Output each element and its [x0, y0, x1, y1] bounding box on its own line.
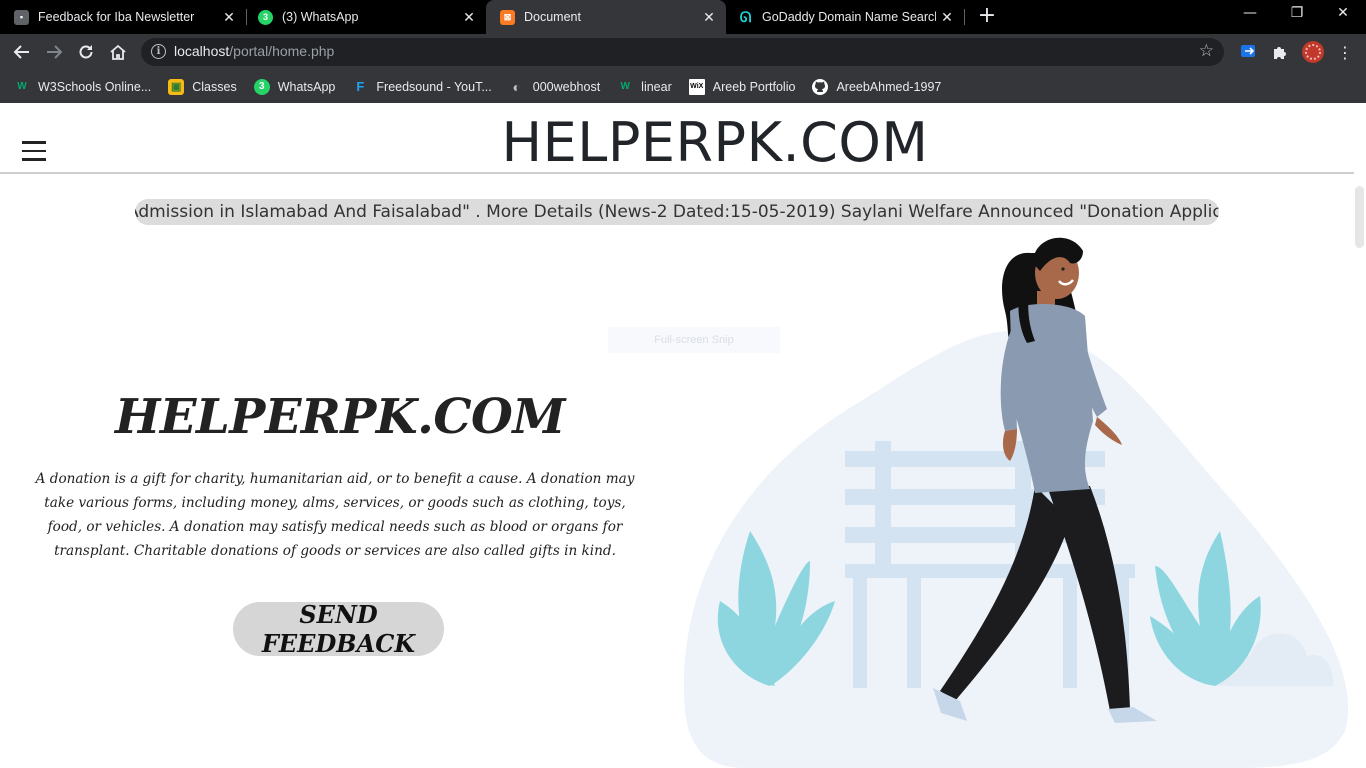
url-text: localhost/portal/home.php	[174, 43, 335, 59]
home-button[interactable]	[106, 40, 130, 64]
whatsapp-icon: 3	[258, 9, 273, 25]
github-icon	[812, 78, 829, 95]
bookmark-000webhost[interactable]: ◐ 000webhost	[509, 78, 601, 95]
tab-feedback-newsletter[interactable]: ▪ Feedback for Iba Newsletter ✕	[0, 0, 246, 34]
bookmark-label: Freedsound - YouT...	[376, 79, 492, 94]
extension-icon[interactable]	[1239, 42, 1259, 62]
browser-toolbar: i localhost/portal/home.php ☆ ⋮	[0, 34, 1366, 70]
reload-button[interactable]	[74, 40, 98, 64]
bookmark-whatsapp[interactable]: 3 WhatsApp	[253, 78, 336, 95]
forward-arrow-icon	[47, 45, 63, 59]
site-info-icon[interactable]: i	[151, 44, 166, 59]
godaddy-icon: ᘏ	[739, 8, 752, 25]
header-divider	[0, 172, 1354, 174]
site-title: HELPERPK.COM	[501, 111, 929, 174]
globe-icon: ◐	[512, 78, 521, 95]
new-tab-button[interactable]: +	[976, 5, 998, 28]
tab-title: (3) WhatsApp	[282, 10, 359, 24]
minimize-button[interactable]: —	[1240, 5, 1260, 21]
tab-godaddy[interactable]: ᘏ GoDaddy Domain Name Search ✕	[724, 0, 964, 34]
bookmark-label: linear	[641, 79, 672, 94]
menu-kebab-icon[interactable]: ⋮	[1335, 42, 1355, 62]
hero-title: HELPERPK.COM	[115, 389, 565, 445]
woman-walking-illustration	[683, 237, 1349, 768]
tab-title: Feedback for Iba Newsletter	[38, 10, 195, 24]
bookmark-classes[interactable]: ▣ Classes	[168, 78, 237, 95]
tab-title: GoDaddy Domain Name Search	[762, 10, 936, 24]
hero-description: A donation is a gift for charity, humani…	[35, 471, 635, 559]
freedsound-icon: F	[356, 79, 365, 94]
bookmark-label: W3Schools Online...	[38, 79, 152, 94]
page-scrollbar[interactable]	[1355, 186, 1364, 248]
tab-document[interactable]: ⊠ Document ✕	[486, 0, 726, 34]
bookmark-github[interactable]: AreebAhmed-1997	[812, 78, 942, 95]
news-ticker: Admission in Islamabad And Faisalabad" .…	[135, 199, 1219, 225]
close-window-button[interactable]: ✕	[1333, 5, 1353, 21]
bookmark-w3schools[interactable]: W W3Schools Online...	[14, 79, 151, 95]
whatsapp-icon: 3	[253, 78, 270, 95]
document-icon: ▪	[14, 9, 29, 25]
reload-icon	[79, 45, 93, 59]
home-icon	[110, 44, 126, 60]
close-icon[interactable]: ✕	[698, 9, 720, 26]
w3schools-icon: W	[620, 81, 630, 92]
bookmark-freedsound[interactable]: F Freedsound - YouT...	[352, 79, 491, 95]
bookmark-label: WhatsApp	[277, 79, 336, 94]
xampp-icon: ⊠	[500, 9, 515, 25]
bookmarks-bar: W W3Schools Online... ▣ Classes 3 WhatsA…	[0, 70, 1366, 103]
bookmark-label: AreebAhmed-1997	[836, 79, 942, 94]
page-content: HELPERPK.COM Admission in Islamabad And …	[0, 103, 1366, 768]
forward-button[interactable]	[42, 40, 66, 64]
back-button[interactable]	[10, 40, 34, 64]
bookmark-label: Classes	[192, 79, 237, 94]
send-feedback-button[interactable]: SEND FEEDBACK	[233, 600, 444, 658]
puzzle-icon[interactable]	[1270, 42, 1290, 62]
news-ticker-text: Admission in Islamabad And Faisalabad" .…	[135, 202, 1219, 222]
avatar[interactable]	[1301, 40, 1325, 64]
close-icon[interactable]: ✕	[458, 9, 480, 26]
bookmark-label: Areeb Portfolio	[712, 79, 796, 94]
w3schools-icon: W	[17, 81, 27, 92]
tab-whatsapp[interactable]: 3 (3) WhatsApp ✕	[244, 0, 486, 34]
bookmark-areeb-portfolio[interactable]: WiX Areeb Portfolio	[688, 78, 796, 95]
tab-title: Document	[524, 10, 581, 24]
tab-strip: ▪ Feedback for Iba Newsletter ✕ 3 (3) Wh…	[0, 0, 1366, 34]
bookmark-star-icon[interactable]: ☆	[1199, 41, 1214, 61]
bookmark-linear[interactable]: W linear	[617, 79, 672, 95]
restore-button[interactable]: ❐	[1287, 5, 1307, 21]
close-icon[interactable]: ✕	[936, 9, 958, 26]
google-classroom-icon: ▣	[168, 78, 185, 95]
wix-icon: WiX	[688, 78, 705, 95]
bookmark-label: 000webhost	[532, 79, 601, 94]
back-arrow-icon	[13, 45, 29, 59]
close-icon[interactable]: ✕	[218, 9, 240, 26]
address-bar[interactable]: i localhost/portal/home.php ☆	[141, 38, 1224, 66]
